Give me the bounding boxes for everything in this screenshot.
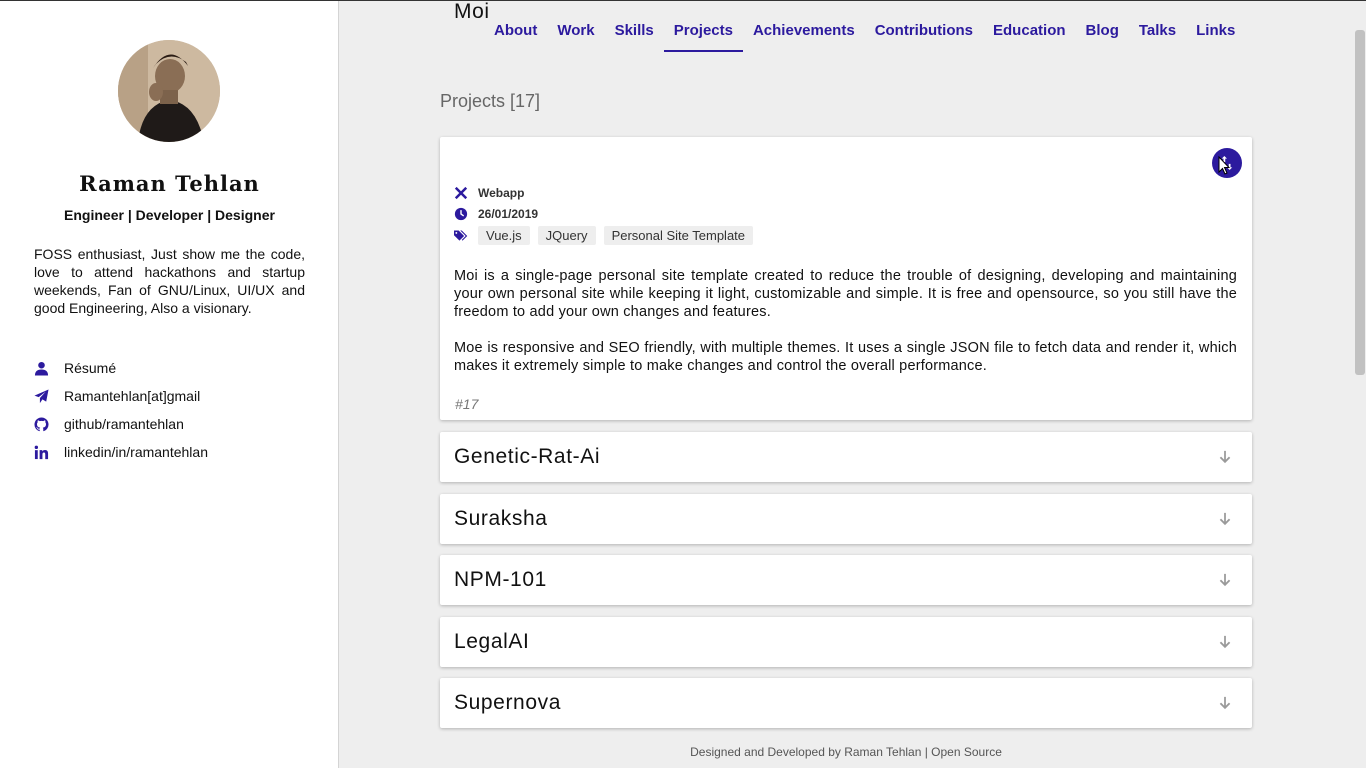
project-title: LegalAI: [454, 630, 530, 653]
project-title: NPM-101: [454, 568, 547, 591]
project-description: Moi is a single-page personal site templ…: [454, 268, 1237, 320]
contact-email-link[interactable]: Ramantehlan[at]gmail: [34, 382, 208, 410]
project-card-collapsed[interactable]: NPM-101: [440, 555, 1252, 605]
contact-label: Résumé: [64, 360, 117, 376]
section-title: Projects [17]: [440, 91, 541, 111]
contact-list: Résumé Ramantehlan[at]gmail github/raman…: [34, 354, 208, 466]
open-source-link[interactable]: Open Source: [931, 745, 1002, 759]
project-description: Moe is responsive and SEO friendly, with…: [454, 340, 1237, 374]
arrow-down-icon: [1218, 635, 1232, 649]
project-tag: JQuery: [537, 226, 596, 245]
linkedin-icon: [34, 445, 64, 460]
profile-bio: FOSS enthusiast, Just show me the code, …: [34, 246, 305, 316]
contact-github-link[interactable]: github/ramantehlan: [34, 410, 208, 438]
project-date-row: 26/01/2019: [454, 207, 538, 221]
page-footer: Designed and Developed by Raman Tehlan |…: [440, 745, 1252, 759]
clock-icon: [454, 207, 478, 221]
contact-resume-link[interactable]: Résumé: [34, 354, 208, 382]
project-tag: Vue.js: [478, 226, 530, 245]
project-type-row: Webapp: [454, 186, 524, 200]
nav-tab-about[interactable]: About: [484, 10, 547, 52]
nav-tab-work[interactable]: Work: [547, 10, 604, 52]
project-title: Suraksha: [454, 507, 548, 530]
project-card-collapsed[interactable]: Suraksha: [440, 494, 1252, 544]
project-card-collapsed[interactable]: LegalAI: [440, 617, 1252, 667]
nav-tab-skills[interactable]: Skills: [605, 10, 664, 52]
mouse-cursor-icon: [1218, 156, 1230, 175]
footer-credit: Designed and Developed by Raman Tehlan |: [690, 745, 932, 759]
paper-plane-icon: [34, 388, 64, 404]
window-top-border: [0, 0, 1366, 1]
tools-icon: [454, 186, 478, 200]
arrow-down-icon: [1218, 696, 1232, 710]
avatar: [118, 40, 220, 142]
main-nav: About Work Skills Projects Achievements …: [484, 10, 1245, 52]
project-tag: Personal Site Template: [603, 226, 754, 245]
scrollbar-thumb[interactable]: [1355, 30, 1365, 375]
arrow-down-icon: [1218, 450, 1232, 464]
nav-tab-achievements[interactable]: Achievements: [743, 10, 865, 52]
nav-tab-talks[interactable]: Talks: [1129, 10, 1186, 52]
project-id: #17: [455, 396, 479, 412]
arrow-down-icon: [1218, 512, 1232, 526]
contact-label: Ramantehlan[at]gmail: [64, 388, 201, 404]
project-title: Genetic-Rat-Ai: [454, 445, 601, 468]
nav-tab-education[interactable]: Education: [983, 10, 1076, 52]
project-type: Webapp: [478, 186, 525, 200]
github-icon: [34, 416, 64, 432]
project-title: Moi: [454, 0, 490, 23]
project-title: Supernova: [454, 691, 561, 714]
profile-sidebar: Raman Tehlan Engineer | Developer | Desi…: [0, 0, 339, 768]
user-icon: [34, 361, 64, 376]
project-date: 26/01/2019: [478, 207, 539, 221]
nav-tab-projects[interactable]: Projects: [663, 10, 743, 52]
project-card-collapsed[interactable]: Supernova: [440, 678, 1252, 728]
contact-linkedin-link[interactable]: linkedin/in/ramantehlan: [34, 438, 208, 466]
nav-tab-blog[interactable]: Blog: [1076, 10, 1129, 52]
profile-name: Raman Tehlan: [79, 171, 260, 196]
nav-tab-contributions[interactable]: Contributions: [865, 10, 983, 52]
project-tags-row: Vue.js JQuery Personal Site Template: [454, 226, 761, 245]
tags-icon: [454, 229, 478, 243]
project-card-collapsed[interactable]: Genetic-Rat-Ai: [440, 432, 1252, 482]
contact-label: github/ramantehlan: [64, 416, 184, 432]
nav-tab-links[interactable]: Links: [1186, 10, 1245, 52]
profile-tagline: Engineer | Developer | Designer: [64, 207, 275, 223]
arrow-down-icon: [1218, 573, 1232, 587]
contact-label: linkedin/in/ramantehlan: [64, 444, 208, 460]
